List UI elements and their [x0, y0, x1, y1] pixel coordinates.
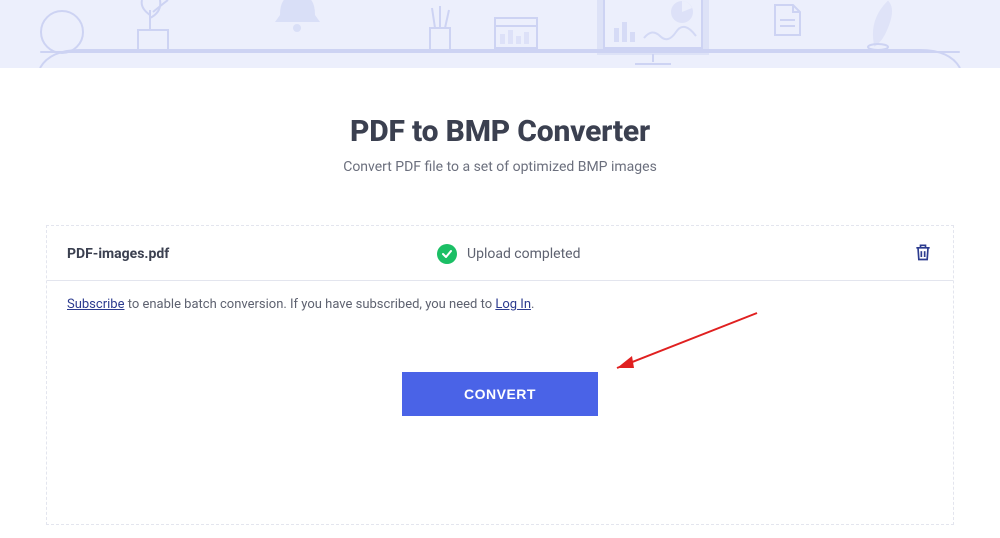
login-link[interactable]: Log In — [495, 297, 531, 312]
note-end: . — [531, 297, 534, 312]
page-title: PDF to BMP Converter — [0, 114, 1000, 149]
note-text-1: to enable batch conversion. If you have … — [124, 297, 495, 312]
file-row: PDF-images.pdf Upload completed — [47, 226, 953, 281]
subscribe-link[interactable]: Subscribe — [67, 297, 124, 312]
upload-status: Upload completed — [437, 244, 581, 264]
page-header: PDF to BMP Converter Convert PDF file to… — [0, 68, 1000, 175]
hero-decorative-icons — [0, 0, 1000, 68]
delete-file-button[interactable] — [913, 242, 933, 264]
check-circle-icon — [437, 244, 457, 264]
upload-panel: PDF-images.pdf Upload completed Subscrib… — [46, 225, 954, 525]
convert-button[interactable]: CONVERT — [402, 372, 598, 416]
page-subtitle: Convert PDF file to a set of optimized B… — [0, 159, 1000, 175]
file-name: PDF-images.pdf — [67, 246, 437, 262]
upload-status-text: Upload completed — [467, 246, 581, 262]
convert-row: CONVERT — [47, 328, 953, 416]
hero-banner — [0, 0, 1000, 68]
subscribe-note: Subscribe to enable batch conversion. If… — [47, 281, 953, 328]
